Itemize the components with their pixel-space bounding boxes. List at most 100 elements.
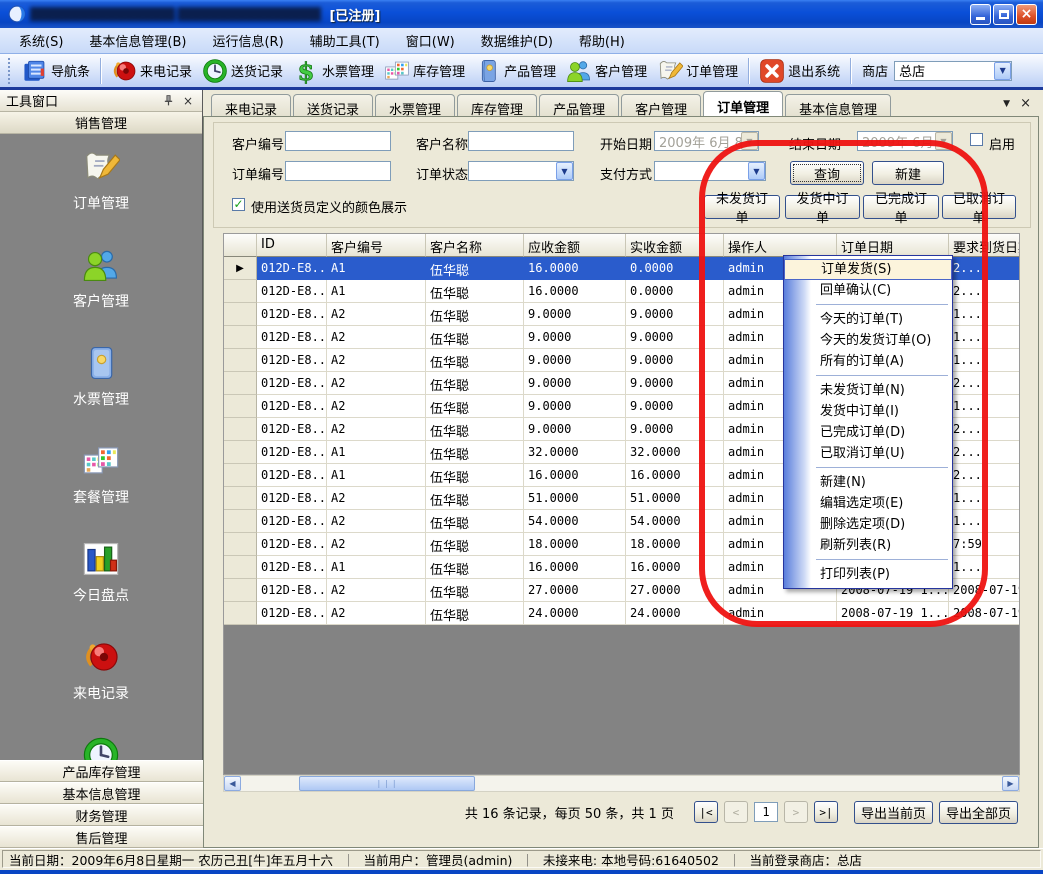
tab-库存管理[interactable]: 库存管理 <box>457 94 537 116</box>
prev-page-button[interactable]: < <box>724 801 748 823</box>
tab-来电记录[interactable]: 来电记录 <box>211 94 291 116</box>
toolbar-product-button[interactable]: 产品管理 <box>470 56 561 86</box>
row-selector-cell[interactable] <box>224 280 257 303</box>
sidebar-item-1[interactable]: 订单管理 <box>73 148 129 213</box>
menubar-item-4[interactable]: 辅助工具(T) <box>297 28 393 53</box>
context-menu-item-5[interactable]: 今天的发货订单(O) <box>784 330 952 351</box>
context-menu-item-10[interactable]: 已完成订单(D) <box>784 422 952 443</box>
sidebar-item-6[interactable]: 来电记录 <box>73 638 129 703</box>
grid-column-header-7[interactable]: 订单日期 <box>837 234 949 257</box>
sidebar-section-sales[interactable]: 销售管理 <box>0 112 202 134</box>
toolbar-call-records-button[interactable]: 来电记录 <box>106 56 197 86</box>
row-selector-cell[interactable] <box>224 602 257 625</box>
scrollbar-thumb[interactable]: ❘❘❘ <box>299 776 475 791</box>
pin-button[interactable] <box>160 93 176 109</box>
last-page-button[interactable]: >| <box>814 801 838 823</box>
end-date-picker[interactable]: 2009年 6月 8日 ▼ <box>857 131 953 151</box>
sidebar-group-3[interactable]: 财务管理 <box>0 804 203 826</box>
grid-column-header-3[interactable]: 客户名称 <box>426 234 524 257</box>
row-selector-cell[interactable] <box>224 303 257 326</box>
first-page-button[interactable]: |< <box>694 801 718 823</box>
grid-column-header-5[interactable]: 实收金额 <box>626 234 724 257</box>
sidebar-item-4[interactable]: 套餐管理 <box>73 442 129 507</box>
context-menu-item-9[interactable]: 发货中订单(I) <box>784 401 952 422</box>
context-menu-item-4[interactable]: 今天的订单(T) <box>784 309 952 330</box>
tool-window-close-button[interactable]: × <box>180 93 196 109</box>
export-current-page-button[interactable]: 导出当前页 <box>854 801 933 824</box>
tab-产品管理[interactable]: 产品管理 <box>539 94 619 116</box>
query-button[interactable]: 查询 <box>790 161 864 185</box>
toolbar-water-ticket-button[interactable]: $水票管理 <box>288 56 379 86</box>
next-page-button[interactable]: > <box>784 801 808 823</box>
row-selector-cell[interactable] <box>224 487 257 510</box>
status-filter-button-1[interactable]: 未发货订单 <box>704 195 780 219</box>
status-filter-button-2[interactable]: 发货中订单 <box>785 195 860 219</box>
start-date-picker[interactable]: 2009年 6月 8日 ▼ <box>654 131 759 151</box>
menubar-item-2[interactable]: 基本信息管理(B) <box>76 28 199 53</box>
menubar-item-3[interactable]: 运行信息(R) <box>199 28 296 53</box>
row-selector-cell[interactable] <box>224 441 257 464</box>
row-selector-cell[interactable] <box>224 349 257 372</box>
tab-close-icon[interactable]: × <box>1020 96 1031 111</box>
status-filter-button-3[interactable]: 已完成订单 <box>863 195 939 219</box>
sidebar-item-5[interactable]: 今日盘点 <box>73 540 129 605</box>
tab-dropdown-icon[interactable]: ▼ <box>1003 99 1010 109</box>
toolbar-inventory-button[interactable]: 库存管理 <box>379 56 470 86</box>
sidebar-group-2[interactable]: 基本信息管理 <box>0 782 203 804</box>
context-menu-item-8[interactable]: 未发货订单(N) <box>784 380 952 401</box>
sidebar-item-3[interactable]: 水票管理 <box>73 344 129 409</box>
row-selector-cell[interactable] <box>224 579 257 602</box>
order-status-select[interactable]: ▼ <box>468 161 574 181</box>
grid-column-header-1[interactable]: ID <box>257 234 327 257</box>
context-menu-item-18[interactable]: 打印列表(P) <box>784 564 952 585</box>
customer-no-input[interactable] <box>285 131 391 151</box>
customer-name-input[interactable] <box>468 131 574 151</box>
grid-column-header-2[interactable]: 客户编号 <box>327 234 426 257</box>
pay-method-select[interactable]: ▼ <box>654 161 766 181</box>
context-menu-item-15[interactable]: 删除选定项(D) <box>784 514 952 535</box>
order-no-input[interactable] <box>285 161 391 181</box>
row-selector-cell[interactable] <box>224 556 257 579</box>
row-selector-cell[interactable] <box>224 395 257 418</box>
new-button[interactable]: 新建 <box>872 161 944 185</box>
context-menu-item-11[interactable]: 已取消订单(U) <box>784 443 952 464</box>
scroll-right-icon[interactable]: ▶ <box>1002 776 1019 791</box>
menubar-item-7[interactable]: 帮助(H) <box>566 28 638 53</box>
row-selector-cell[interactable] <box>224 510 257 533</box>
sidebar-group-4[interactable]: 售后管理 <box>0 826 203 848</box>
toolbar-order-button[interactable]: 订单管理 <box>652 56 743 86</box>
minimize-button[interactable] <box>970 4 991 25</box>
enable-checkbox[interactable] <box>970 133 983 146</box>
context-menu-item-6[interactable]: 所有的订单(A) <box>784 351 952 372</box>
page-number-input[interactable] <box>754 802 778 822</box>
sidebar-item-2[interactable]: 客户管理 <box>73 246 129 311</box>
grid-column-header-6[interactable]: 操作人 <box>724 234 837 257</box>
context-menu-item-1[interactable]: 订单发货(S) <box>784 259 952 280</box>
toolbar-exit-button[interactable]: 退出系统 <box>754 56 845 86</box>
maximize-button[interactable] <box>993 4 1014 25</box>
toolbar-navigator-button[interactable]: 导航条 <box>17 56 95 86</box>
toolbar-customer-button[interactable]: 客户管理 <box>561 56 652 86</box>
tab-订单管理[interactable]: 订单管理 <box>703 91 783 116</box>
context-menu-item-14[interactable]: 编辑选定项(E) <box>784 493 952 514</box>
grid-column-header-4[interactable]: 应收金额 <box>524 234 626 257</box>
menubar-item-6[interactable]: 数据维护(D) <box>468 28 566 53</box>
row-selector-cell[interactable] <box>224 372 257 395</box>
row-selector-cell[interactable] <box>224 464 257 487</box>
row-selector-cell[interactable] <box>224 533 257 556</box>
scrollbar-track[interactable]: ❘❘❘ <box>241 776 1002 791</box>
tab-基本信息管理[interactable]: 基本信息管理 <box>785 94 891 116</box>
tab-水票管理[interactable]: 水票管理 <box>375 94 455 116</box>
menubar-item-1[interactable]: 系统(S) <box>6 28 76 53</box>
context-menu-item-13[interactable]: 新建(N) <box>784 472 952 493</box>
toolbar-delivery-records-button[interactable]: 送货记录 <box>197 56 288 86</box>
grid-column-header-8[interactable]: 要求到货日期 <box>949 234 1020 257</box>
sidebar-group-1[interactable]: 产品库存管理 <box>0 760 203 782</box>
context-menu-item-2[interactable]: 回单确认(C) <box>784 280 952 301</box>
shop-select[interactable]: 总店▼ <box>894 61 1012 81</box>
grid-row-16[interactable]: 012D-E8...A2伍华聪24.000024.0000admin2008-0… <box>224 602 1019 625</box>
context-menu-item-16[interactable]: 刷新列表(R) <box>784 535 952 556</box>
color-display-checkbox[interactable]: ✓ <box>232 198 245 211</box>
close-button[interactable]: × <box>1016 4 1037 25</box>
horizontal-scrollbar[interactable]: ◀ ❘❘❘ ▶ <box>223 775 1020 792</box>
